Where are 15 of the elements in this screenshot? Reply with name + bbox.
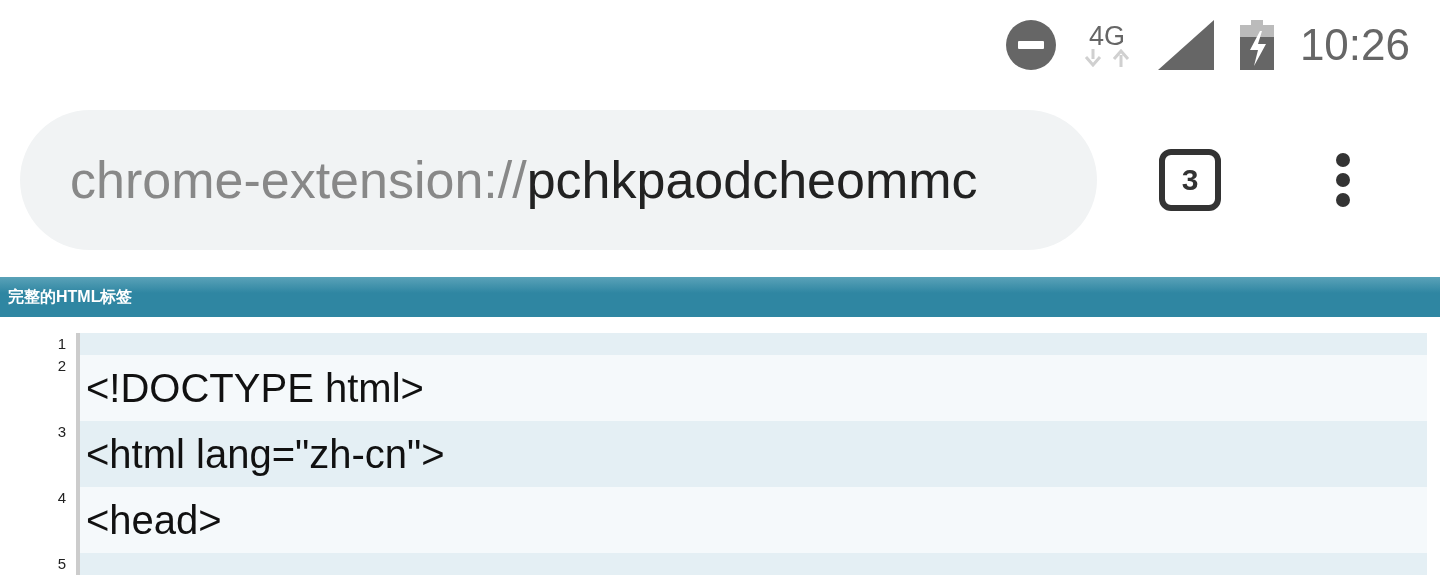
- line-number: 5: [56, 554, 67, 574]
- line-number: 2: [56, 356, 67, 376]
- signal-icon: [1157, 20, 1214, 70]
- tab-count-button[interactable]: 3: [1159, 148, 1221, 211]
- line-number: 4: [56, 488, 67, 508]
- address-field[interactable]: chrome-extension://pchkpaodcheommc: [20, 109, 1097, 250]
- menu-icon: [1335, 151, 1351, 208]
- network-type: 4G: [1088, 23, 1125, 49]
- data-arrows-icon: [1082, 49, 1131, 67]
- line-number: 1: [56, 334, 67, 354]
- panel-title-bar: 完整的HTML标签: [0, 277, 1440, 317]
- line-number: 3: [56, 422, 67, 442]
- clock-time: 10:26: [1299, 20, 1410, 70]
- battery-charging-icon: [1239, 20, 1274, 70]
- do-not-disturb-icon: [1005, 20, 1056, 70]
